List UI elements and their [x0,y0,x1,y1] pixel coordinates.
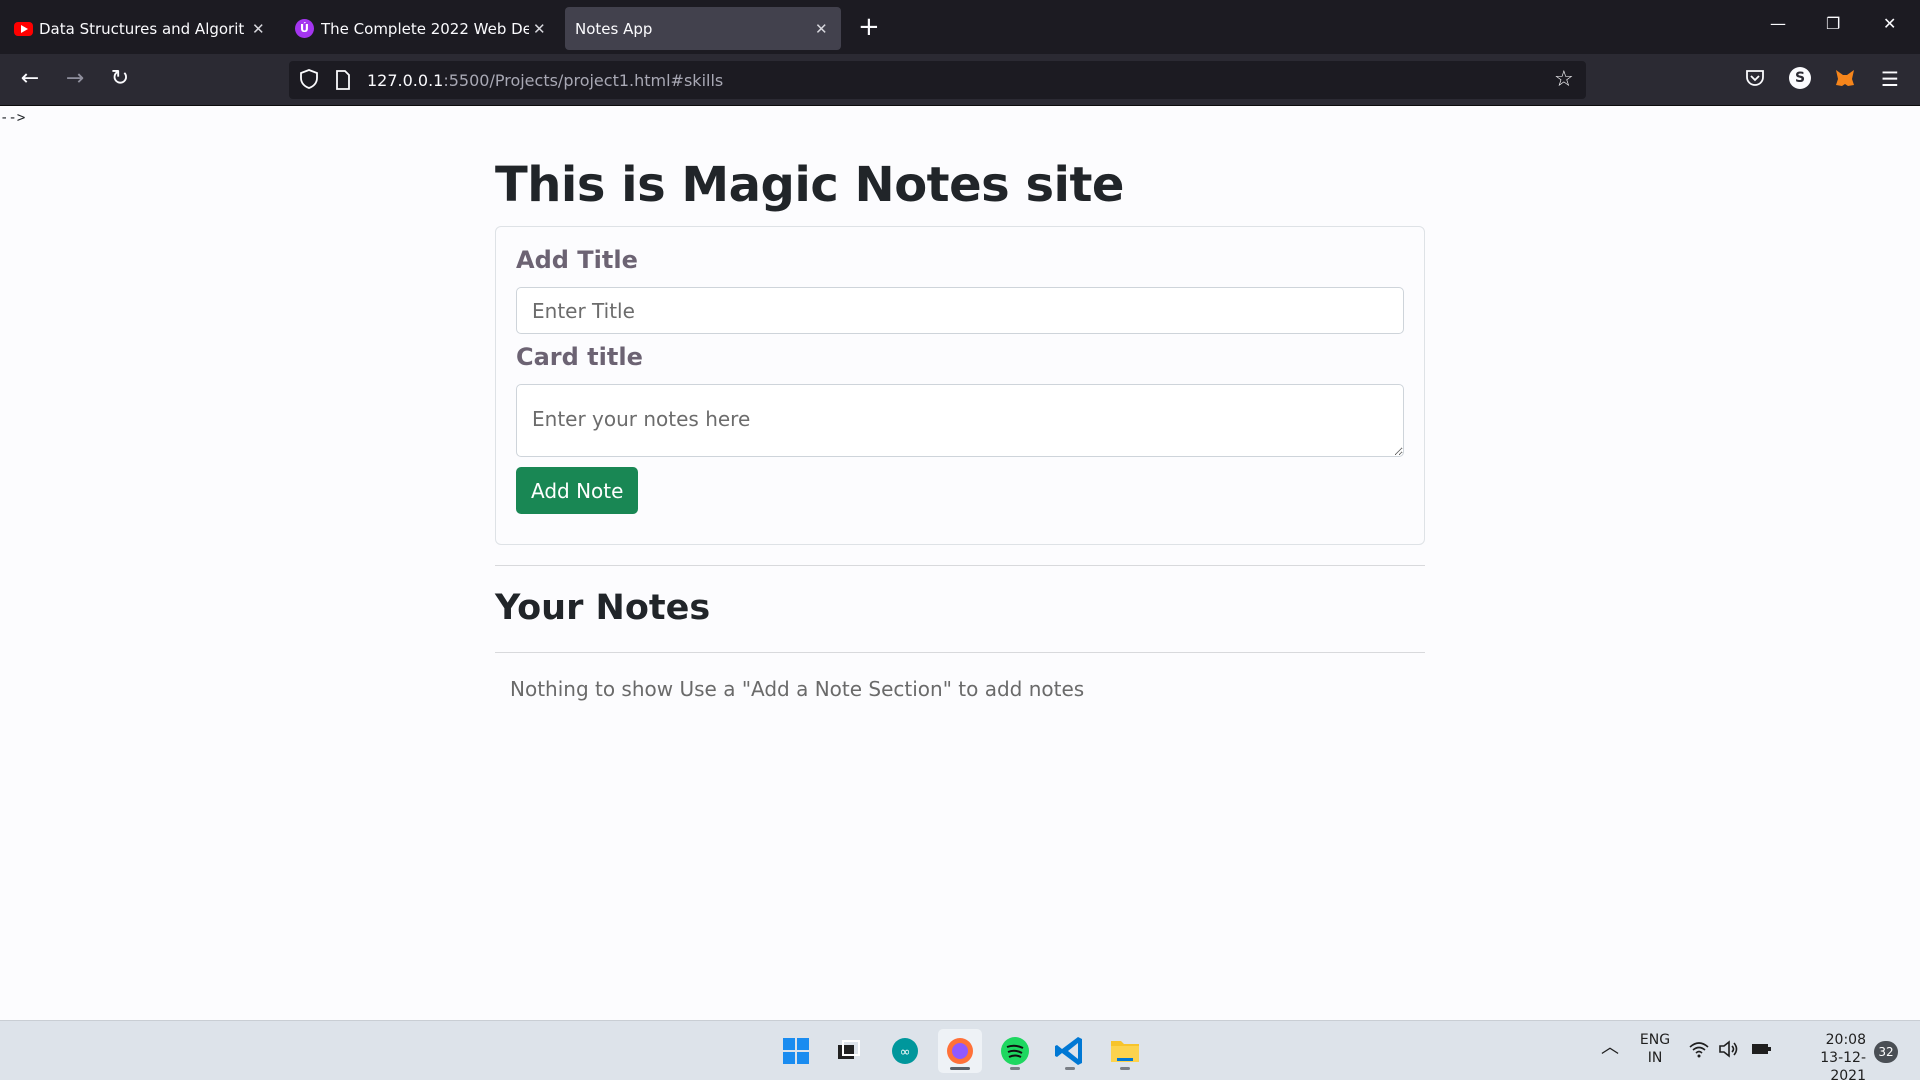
battery-icon[interactable] [1750,1040,1772,1063]
your-notes-heading: Your Notes [495,588,711,628]
notes-textarea[interactable] [516,384,1404,457]
close-window-icon[interactable]: ✕ [1883,14,1896,33]
wifi-icon[interactable] [1688,1040,1710,1063]
bookmark-star-icon[interactable]: ☆ [1554,67,1574,92]
udemy-icon: Ú [295,19,314,38]
language-indicator[interactable]: ENG IN [1634,1031,1676,1067]
notification-badge[interactable]: 32 [1874,1041,1898,1063]
file-explorer-icon[interactable] [1103,1029,1147,1073]
svg-text:∞: ∞ [900,1045,911,1060]
windows-start-icon[interactable] [774,1029,818,1073]
page-icon [334,69,352,95]
browser-nav-bar: ← → ↻ 127.0.0.1:5500/Projects/project1.h… [0,54,1920,106]
tab-title: The Complete 2022 Web Devel [321,19,529,38]
vscode-icon[interactable] [1048,1029,1092,1073]
title-input[interactable] [516,287,1404,334]
url-path: :5500/Projects/project1.html#skills [443,71,724,90]
page-title: This is Magic Notes site [495,157,1124,213]
back-icon[interactable]: ← [17,66,43,92]
new-tab-icon[interactable]: + [858,12,880,42]
address-bar[interactable]: 127.0.0.1:5500/Projects/project1.html#sk… [289,61,1586,99]
reload-icon[interactable]: ↻ [107,66,133,92]
clock-date: 13-12-2021 [1820,1050,1866,1080]
account-avatar-icon[interactable]: S [1789,67,1811,89]
pocket-icon[interactable] [1744,67,1766,93]
minimize-icon[interactable]: — [1770,14,1786,33]
running-indicator [1120,1067,1130,1070]
title-label: Add Title [516,246,638,274]
language-code: ENG [1639,1032,1671,1048]
show-hidden-icons-icon[interactable]: ︿ [1601,1039,1619,1057]
menu-icon[interactable]: ☰ [1877,66,1903,92]
volume-icon[interactable] [1718,1040,1740,1063]
clock[interactable]: 20:08 13-12-2021 [1786,1031,1866,1080]
add-note-button[interactable]: Add Note [516,467,639,514]
firefox-icon[interactable] [938,1029,982,1073]
forward-icon[interactable]: → [62,66,88,92]
metamask-icon[interactable] [1834,67,1856,93]
notes-label: Card title [516,343,643,371]
main-container: This is Magic Notes site Add Title Card … [495,150,1425,701]
tab-web-dev-course[interactable]: Ú The Complete 2022 Web Devel ✕ [0,7,555,50]
url-text: 127.0.0.1:5500/Projects/project1.html#sk… [367,71,723,90]
empty-notes-message: Nothing to show Use a "Add a Note Sectio… [510,677,1085,701]
divider [495,565,1425,566]
shield-icon[interactable] [297,67,321,95]
stray-comment-text: --> [0,110,26,126]
spotify-icon[interactable] [993,1029,1037,1073]
running-indicator [950,1067,970,1070]
restore-icon[interactable]: ❐ [1826,14,1840,33]
add-note-card: Add Title Card title Add Note [495,226,1425,545]
divider [495,652,1425,653]
arduino-icon[interactable]: ∞ [883,1029,927,1073]
close-tab-icon[interactable]: ✕ [815,20,828,38]
running-indicator [1010,1067,1020,1070]
url-host: 127.0.0.1 [367,71,444,90]
clock-time: 20:08 [1825,1032,1866,1048]
tab-title: Notes App [575,19,653,38]
close-tab-icon[interactable]: ✕ [533,20,546,38]
tab-notes-app[interactable]: Notes App ✕ [565,7,841,50]
browser-tab-strip: Data Structures and Algorithms ✕ Ú The C… [0,0,1920,54]
language-region: IN [1647,1050,1663,1066]
running-indicator [1065,1067,1075,1070]
task-view-icon[interactable] [826,1029,870,1073]
